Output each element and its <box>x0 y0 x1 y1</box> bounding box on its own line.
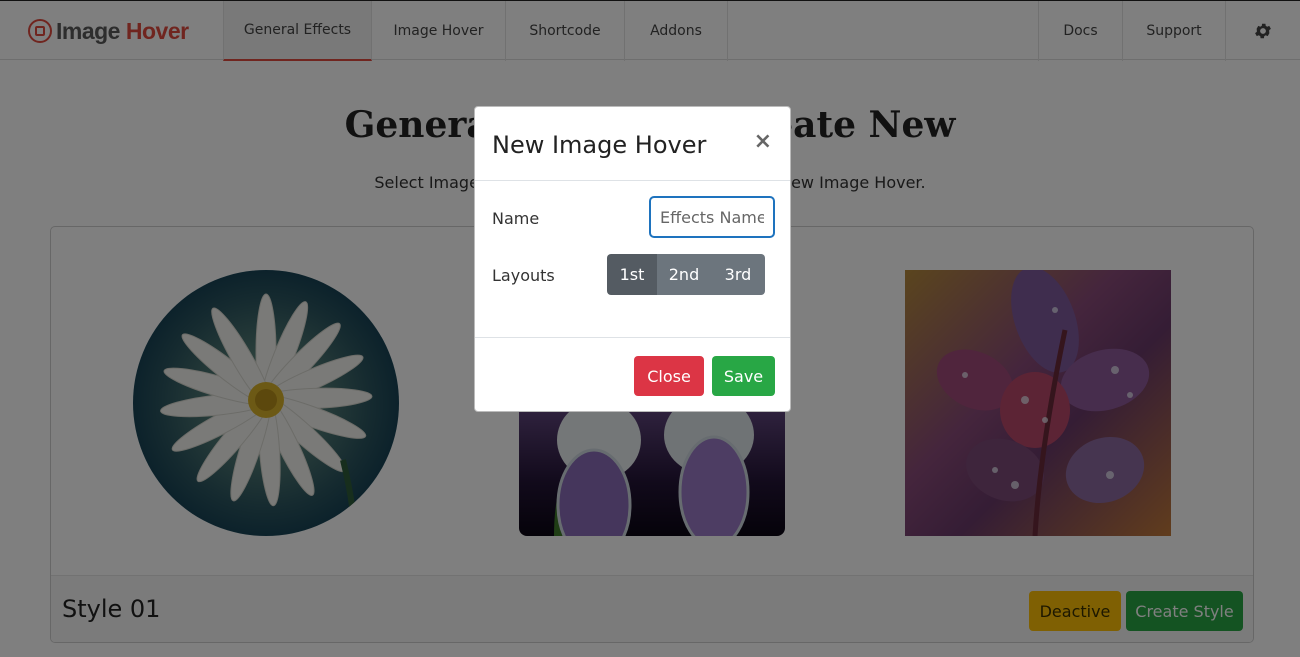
modal-header: New Image Hover × <box>475 107 790 181</box>
name-label: Name <box>492 209 540 228</box>
modal-footer: Close Save <box>475 337 790 413</box>
new-image-hover-modal: New Image Hover × Name Layouts 1st 2nd 3… <box>474 106 791 412</box>
layout-3rd-button[interactable]: 3rd <box>711 254 765 295</box>
modal-title: New Image Hover <box>492 131 707 159</box>
layout-1st-button[interactable]: 1st <box>607 254 657 295</box>
layouts-selector: 1st 2nd 3rd <box>607 254 765 295</box>
layouts-label: Layouts <box>492 266 555 285</box>
close-button[interactable]: Close <box>634 356 704 396</box>
layout-2nd-button[interactable]: 2nd <box>657 254 711 295</box>
close-icon[interactable]: × <box>754 129 772 154</box>
effects-name-input[interactable] <box>649 196 775 238</box>
save-button[interactable]: Save <box>712 356 775 396</box>
